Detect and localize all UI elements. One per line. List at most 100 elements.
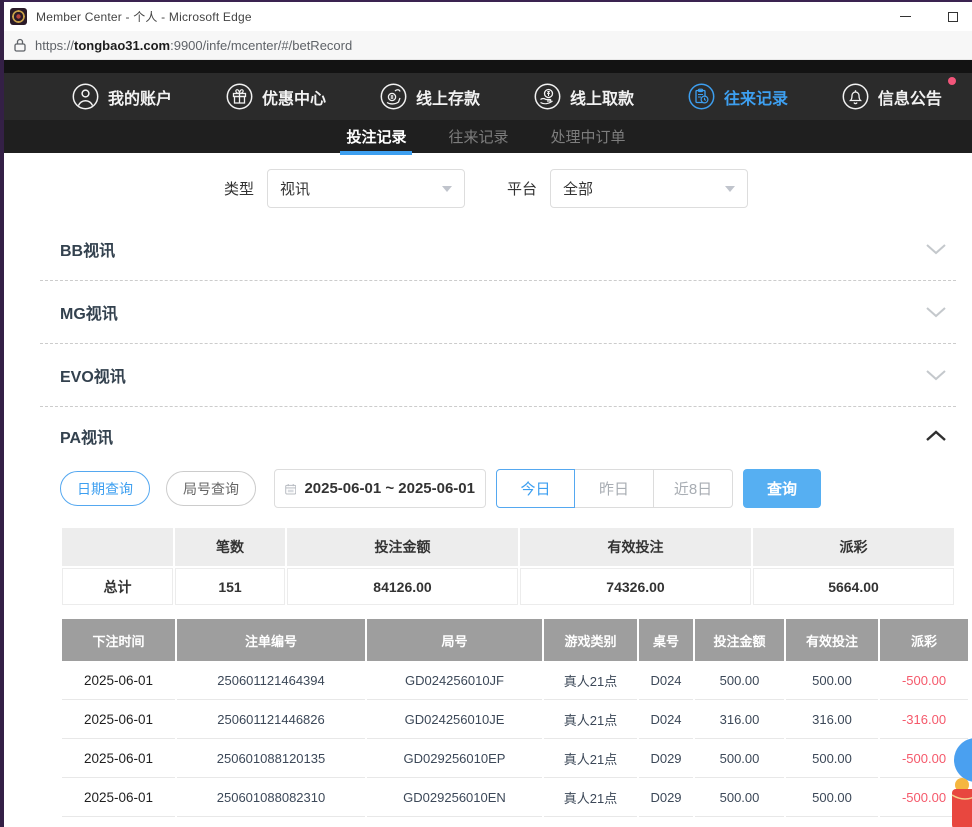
nav-item-promotions[interactable]: 优惠中心: [226, 83, 326, 110]
bet-cell: 250601121446826: [177, 700, 365, 739]
summary-header-cell: 笔数: [175, 528, 285, 566]
summary-cell: 151: [175, 568, 285, 605]
minimize-button[interactable]: [898, 10, 912, 24]
tab-transaction-records[interactable]: 往来记录: [448, 126, 508, 155]
search-button[interactable]: 查询: [743, 469, 821, 508]
window-border-left: [0, 0, 4, 827]
maximize-button[interactable]: [946, 10, 960, 24]
bet-cell: [62, 817, 175, 827]
site-favicon-icon: [10, 8, 27, 25]
summary-header-cell: 派彩: [753, 528, 954, 566]
main-navigation: 我的账户 优惠中心 线上存款 线上取款: [0, 73, 972, 120]
bet-header-cell: 投注金额: [695, 619, 784, 661]
summary-cell: 5664.00: [753, 568, 954, 605]
user-icon: [72, 83, 99, 110]
summary-cell: 总计: [62, 568, 173, 605]
bet-cell: 500.00: [695, 778, 784, 817]
summary-header-cell: [62, 528, 173, 566]
window-titlebar: Member Center - 个人 - Microsoft Edge: [0, 0, 972, 31]
bet-cell: 500.00: [786, 661, 878, 700]
last-8-days-button[interactable]: 近8日: [654, 469, 733, 508]
bet-cell: [695, 817, 784, 827]
bet-header-row: 下注时间注单编号局号游戏类别桌号投注金额有效投注派彩: [62, 619, 968, 661]
date-range-input[interactable]: 2025-06-01 ~ 2025-06-01: [274, 469, 486, 508]
bet-cell: 真人21点: [544, 739, 637, 778]
section-mg-video[interactable]: MG视讯: [40, 281, 956, 344]
bet-header-cell: 注单编号: [177, 619, 365, 661]
bet-cell: D024: [639, 661, 693, 700]
bet-header-cell: 有效投注: [786, 619, 878, 661]
promo-float-button[interactable]: [950, 777, 972, 827]
section-bb-video[interactable]: BB视讯: [40, 218, 956, 281]
pa-query-controls: 日期查询 局号查询 2025-06-01 ~ 2025-06-01 今日 昨日 …: [60, 469, 972, 508]
sub-navigation: 投注记录 往来记录 处理中订单: [0, 120, 972, 153]
table-row: 2025-06-01250601121446826GD024256010JE真人…: [62, 700, 968, 739]
nav-item-transaction-records[interactable]: 往来记录: [688, 83, 788, 110]
round-query-button[interactable]: 局号查询: [166, 471, 256, 506]
bet-header-cell: 派彩: [880, 619, 968, 661]
bet-cell: 真人21点: [544, 661, 637, 700]
nav-item-my-account[interactable]: 我的账户: [72, 83, 172, 110]
bet-cell: 500.00: [786, 739, 878, 778]
lock-icon: [14, 38, 26, 52]
window-title: Member Center - 个人 - Microsoft Edge: [36, 8, 252, 25]
nav-item-withdraw[interactable]: 线上取款: [534, 83, 634, 110]
bet-cell: 真人21点: [544, 700, 637, 739]
table-row: 2025-06-01250601088082310GD029256010EN真人…: [62, 778, 968, 817]
filter-row: 类型 视讯 平台 全部: [0, 169, 972, 208]
platform-filter-label: 平台: [507, 178, 537, 199]
bet-cell: [544, 817, 637, 827]
bet-cell: [639, 817, 693, 827]
chevron-up-icon: [926, 430, 956, 442]
summary-header-cell: 有效投注: [520, 528, 751, 566]
summary-table: 笔数投注金额有效投注派彩 总计15184126.0074326.005664.0…: [60, 526, 956, 607]
maximize-icon: [948, 12, 958, 22]
bet-cell: 2025-06-01: [62, 700, 175, 739]
gift-icon: [226, 83, 253, 110]
minimize-icon: [900, 16, 911, 18]
notification-dot: [948, 77, 956, 85]
summary-header-row: 笔数投注金额有效投注派彩: [62, 528, 954, 566]
chevron-down-icon: [926, 307, 956, 318]
today-button[interactable]: 今日: [496, 469, 575, 508]
section-evo-video[interactable]: EVO视讯: [40, 344, 956, 407]
bet-cell: -316.00: [880, 700, 968, 739]
nav-item-announcements[interactable]: 信息公告: [842, 83, 942, 110]
chevron-down-icon: [926, 370, 956, 381]
bet-cell: [177, 817, 365, 827]
platform-select[interactable]: 全部: [550, 169, 748, 208]
withdraw-icon: [534, 83, 561, 110]
table-row: [62, 817, 968, 827]
summary-cell: 84126.00: [287, 568, 518, 605]
bell-icon: [842, 83, 869, 110]
calendar-icon: [285, 481, 296, 497]
address-bar[interactable]: https://tongbao31.com:9900/infe/mcenter/…: [0, 31, 972, 60]
bet-header-cell: 下注时间: [62, 619, 175, 661]
bet-cell: 250601088082310: [177, 778, 365, 817]
tab-bet-records[interactable]: 投注记录: [346, 126, 406, 155]
bet-header-cell: 桌号: [639, 619, 693, 661]
yesterday-button[interactable]: 昨日: [575, 469, 654, 508]
bet-table: 下注时间注单编号局号游戏类别桌号投注金额有效投注派彩 2025-06-01250…: [60, 619, 970, 827]
date-query-button[interactable]: 日期查询: [60, 471, 150, 506]
bet-cell: 500.00: [695, 661, 784, 700]
chevron-down-icon: [442, 186, 452, 192]
type-select[interactable]: 视讯: [267, 169, 465, 208]
chevron-down-icon: [725, 186, 735, 192]
table-row: 2025-06-01250601088120135GD029256010EP真人…: [62, 739, 968, 778]
bet-cell: 316.00: [695, 700, 784, 739]
records-icon: [688, 83, 715, 110]
summary-cell: 74326.00: [520, 568, 751, 605]
bet-cell: 2025-06-01: [62, 778, 175, 817]
summary-total-row: 总计15184126.0074326.005664.00: [62, 568, 954, 605]
tab-pending-orders[interactable]: 处理中订单: [551, 126, 626, 155]
bet-cell: -500.00: [880, 661, 968, 700]
deposit-icon: [380, 83, 407, 110]
nav-item-deposit[interactable]: 线上存款: [380, 83, 480, 110]
bet-header-cell: 游戏类别: [544, 619, 637, 661]
type-filter-label: 类型: [224, 178, 254, 199]
section-pa-video[interactable]: PA视讯: [40, 407, 956, 465]
table-row: 2025-06-01250601121464394GD024256010JF真人…: [62, 661, 968, 700]
bet-cell: GD029256010EP: [367, 739, 542, 778]
bet-cell: 2025-06-01: [62, 739, 175, 778]
